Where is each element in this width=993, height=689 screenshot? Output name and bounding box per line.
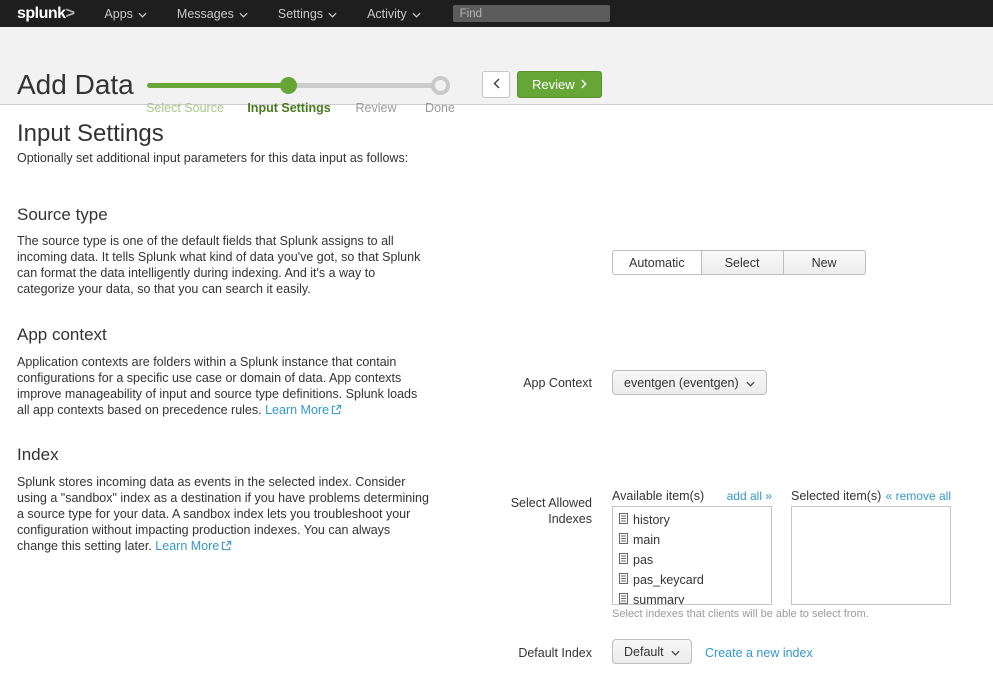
step-label-select-source: Select Source (146, 101, 224, 115)
chevron-down-icon (746, 376, 755, 390)
chevron-down-icon (412, 7, 421, 21)
nav-menu-apps[interactable]: Apps (104, 7, 147, 21)
available-indexes-list: history main pas pas_keycard summary (613, 507, 771, 605)
source-type-automatic-button[interactable]: Automatic (612, 250, 702, 275)
available-items-header-row: Available item(s) add all » (612, 489, 772, 503)
source-type-description: The source type is one of the default fi… (17, 233, 431, 297)
chevron-down-icon (671, 645, 680, 659)
app-context-dropdown-value: eventgen (eventgen) (624, 376, 739, 390)
index-heading: Index (17, 445, 59, 465)
available-items-header: Available item(s) (612, 489, 704, 503)
indexes-helper-text: Select indexes that clients will be able… (612, 608, 869, 620)
app-context-description-text: Application contexts are folders within … (17, 355, 417, 417)
list-item-history[interactable]: history (619, 510, 771, 530)
default-index-dropdown-value: Default (624, 645, 664, 659)
chevron-down-icon (239, 7, 248, 21)
step-label-review: Review (356, 101, 397, 115)
available-indexes-listbox[interactable]: history main pas pas_keycard summary (612, 506, 772, 605)
chevron-down-icon (138, 7, 147, 21)
chevron-left-icon (493, 76, 500, 94)
find-search-input[interactable] (453, 5, 610, 22)
index-description: Splunk stores incoming data as events in… (17, 474, 431, 555)
list-item-label: pas (633, 553, 653, 567)
app-context-dropdown[interactable]: eventgen (eventgen) (612, 370, 767, 395)
list-item-icon (619, 533, 628, 547)
nav-label: Messages (177, 7, 234, 21)
create-new-index-link[interactable]: Create a new index (705, 646, 813, 660)
learn-more-label: Learn More (155, 539, 219, 553)
remove-all-link[interactable]: « remove all (886, 489, 951, 503)
step-label-input-settings: Input Settings (247, 101, 330, 115)
default-index-label: Default Index (440, 646, 592, 660)
select-allowed-indexes-label: Select Allowed Indexes (487, 495, 592, 527)
back-button[interactable] (482, 71, 510, 98)
progress-stepper: Select Source Input Settings Review Done (147, 75, 467, 117)
logo-caret: > (66, 5, 75, 22)
content-title: Input Settings (17, 120, 164, 148)
list-item-summary[interactable]: summary (619, 590, 771, 605)
list-item-pas[interactable]: pas (619, 550, 771, 570)
review-next-button[interactable]: Review (517, 71, 602, 98)
list-item-label: history (633, 513, 670, 527)
external-link-icon (331, 403, 342, 419)
source-type-button-group: Automatic Select New (612, 250, 866, 275)
nav-label: Settings (278, 7, 323, 21)
app-context-field-label: App Context (440, 376, 592, 390)
splunk-logo[interactable]: splunk> (17, 5, 74, 23)
content-subtitle: Optionally set additional input paramete… (17, 151, 408, 165)
chevron-down-icon (328, 7, 337, 21)
source-type-select-button[interactable]: Select (701, 250, 784, 275)
app-context-heading: App context (17, 325, 107, 345)
learn-more-label: Learn More (265, 403, 329, 417)
list-item-icon (619, 593, 628, 605)
top-nav-bar: splunk> Apps Messages Settings Activity (0, 0, 993, 27)
index-learn-more-link[interactable]: Learn More (155, 539, 232, 553)
review-button-label: Review (532, 77, 575, 92)
list-item-label: main (633, 533, 660, 547)
list-item-label: summary (633, 593, 684, 605)
source-type-new-button[interactable]: New (783, 250, 866, 275)
logo-text: splunk (17, 5, 66, 22)
nav-menu-messages[interactable]: Messages (177, 7, 248, 21)
stepper-completed-segment (147, 83, 289, 88)
nav-label: Activity (367, 7, 407, 21)
selected-items-header: Selected item(s) (791, 489, 881, 503)
stepper-upcoming-segment (289, 83, 437, 88)
list-item-icon (619, 553, 628, 567)
nav-label: Apps (104, 7, 133, 21)
add-data-page: splunk> Apps Messages Settings Activity … (0, 0, 993, 689)
step-label-done: Done (425, 101, 455, 115)
external-link-icon (221, 539, 232, 555)
list-item-icon (619, 573, 628, 587)
app-context-description: Application contexts are folders within … (17, 354, 431, 419)
add-all-link[interactable]: add all » (727, 489, 772, 503)
wizard-header: Add Data Select Source Input Settings Re… (0, 27, 993, 105)
default-index-dropdown[interactable]: Default (612, 639, 692, 664)
done-step-circle (431, 76, 450, 95)
list-item-icon (619, 513, 628, 527)
nav-menu-activity[interactable]: Activity (367, 7, 421, 21)
selected-indexes-listbox[interactable] (791, 506, 951, 605)
list-item-pas-keycard[interactable]: pas_keycard (619, 570, 771, 590)
page-title: Add Data (17, 69, 134, 101)
nav-menu-settings[interactable]: Settings (278, 7, 337, 21)
source-type-heading: Source type (17, 205, 108, 225)
chevron-right-icon (581, 77, 587, 92)
current-step-dot (280, 77, 297, 94)
app-context-learn-more-link[interactable]: Learn More (265, 403, 342, 417)
list-item-main[interactable]: main (619, 530, 771, 550)
selected-items-header-row: Selected item(s) « remove all (791, 489, 951, 503)
list-item-label: pas_keycard (633, 573, 704, 587)
